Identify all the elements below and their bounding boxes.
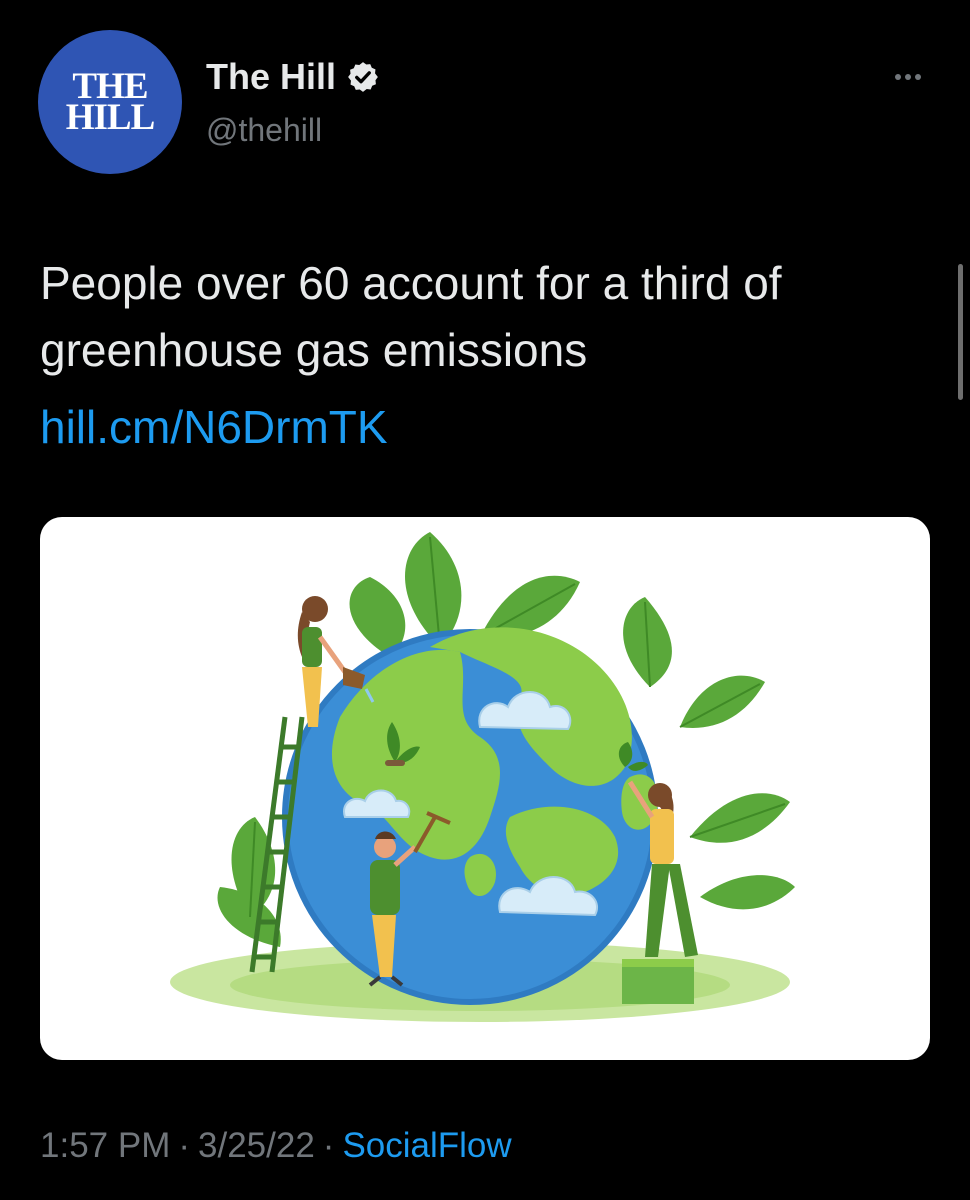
author-display-name[interactable]: The Hill — [206, 56, 380, 98]
display-name-text: The Hill — [206, 56, 337, 97]
scrollbar[interactable] — [958, 264, 963, 400]
tweet-date[interactable]: 3/25/22 — [198, 1126, 315, 1165]
meta-separator: · — [178, 1126, 191, 1165]
author-handle[interactable]: @thehill — [206, 112, 322, 149]
tweet-text: People over 60 account for a third of gr… — [40, 257, 782, 376]
more-options-icon[interactable] — [886, 62, 930, 92]
avatar[interactable]: THE HILL — [38, 30, 182, 174]
tweet-media-image[interactable] — [40, 517, 930, 1060]
verified-badge-icon — [348, 62, 378, 92]
meta-separator: · — [322, 1126, 335, 1165]
tweet-link[interactable]: hill.cm/N6DrmTK — [40, 394, 388, 461]
tweet-source-link[interactable]: SocialFlow — [342, 1126, 511, 1165]
tweet-time[interactable]: 1:57 PM — [40, 1126, 170, 1165]
avatar-text-line2: HILL — [65, 97, 156, 138]
tweet-meta: 1:57 PM · 3/25/22 · SocialFlow — [40, 1126, 512, 1166]
earth-gardening-illustration — [170, 532, 795, 1022]
